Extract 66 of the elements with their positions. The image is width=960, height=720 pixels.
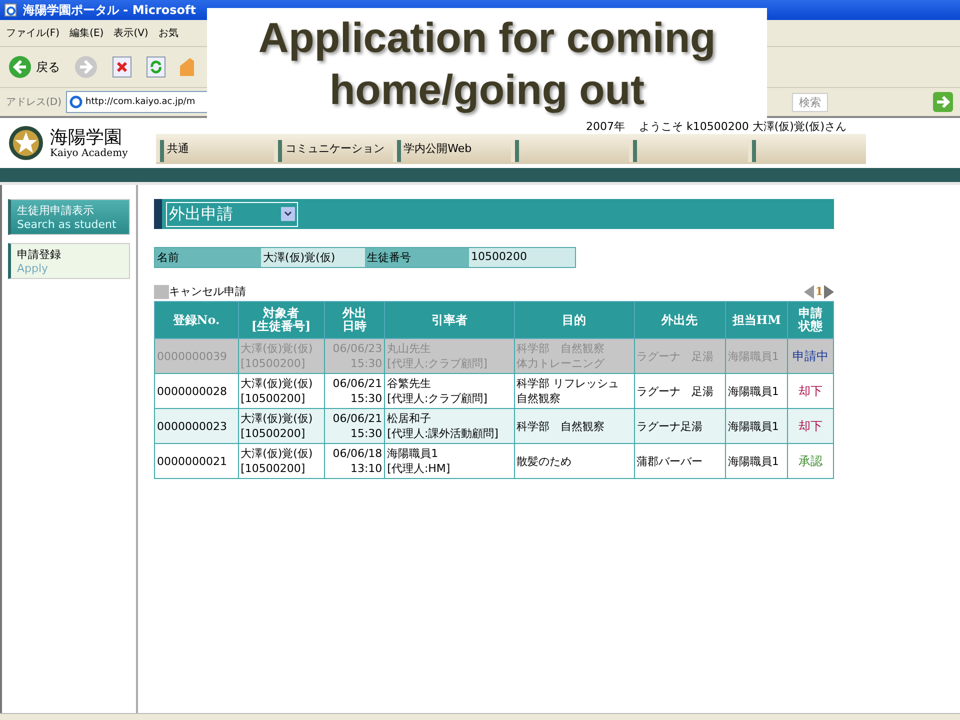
table-cell: 丸山先生 [代理人:クラブ顧問] — [384, 338, 514, 374]
column-header: 目的 — [514, 302, 634, 338]
column-header: 対象者 [生徒番号] — [238, 302, 324, 338]
menu-item[interactable]: お気 — [158, 26, 178, 40]
column-header-line: 日時 — [341, 320, 368, 333]
crest-icon — [8, 125, 44, 161]
legend-swatch — [154, 284, 169, 298]
stop-icon[interactable] — [112, 56, 132, 78]
table-cell: 海陽職員1 — [725, 338, 788, 374]
table-cell: 科学部 自然観察 — [514, 408, 634, 444]
student-id-value: 10500200 — [469, 248, 575, 267]
name-value: 大澤(仮)覚(仮) — [261, 248, 365, 267]
refresh-icon[interactable] — [146, 56, 166, 78]
slide-title: Application for coming home/going out — [207, 8, 767, 120]
next-page-icon[interactable] — [824, 284, 834, 298]
table-cell: 06/06/18 13:10 — [324, 444, 385, 478]
student-id-label: 生徒番号 — [365, 248, 469, 267]
previous-page-icon[interactable] — [804, 284, 814, 298]
address-field[interactable]: http://com.kaiyo.ac.jp/m — [66, 91, 207, 113]
column-header: 登録No. — [154, 302, 238, 338]
menu-item[interactable]: 表示(V) — [114, 26, 148, 40]
table-cell: 海陽職員1 — [725, 408, 788, 444]
table-cell: 大澤(仮)覚(仮) [10500200] — [238, 338, 324, 374]
back-button[interactable]: 戻る — [8, 55, 60, 79]
table-cell: ラグーナ 足湯 — [634, 338, 726, 374]
legend-text: キャンセル申請 — [169, 284, 246, 299]
table-cell-line: 科学部 自然観察 — [516, 341, 606, 356]
table-cell: 0000000039 — [154, 338, 238, 374]
page-icon — [4, 3, 18, 17]
table-cell: 蒲郡バーバー — [634, 444, 726, 478]
status-cell: 承認 — [788, 444, 834, 478]
table-cell-line: 科学部 リフレッシュ — [516, 376, 620, 391]
menu-item[interactable]: ファイル(F) — [6, 26, 60, 40]
table-cell: ラグーナ足湯 — [634, 408, 726, 444]
table-cell: 散髪のため — [514, 444, 634, 478]
table-cell-line: 自然観察 — [516, 391, 562, 406]
menu-item[interactable]: 編集(E) — [70, 26, 104, 40]
column-header-line: 外出 — [341, 307, 368, 320]
year-text: 2007年 — [586, 118, 625, 134]
search-field[interactable]: 検索 — [792, 92, 828, 112]
logo-title: 海陽学園 — [50, 128, 123, 148]
status-cell: 却下 — [788, 408, 834, 444]
table-cell: 大澤(仮)覚(仮) [10500200] — [238, 408, 324, 444]
status-cell: 申請中 — [788, 338, 834, 374]
logo-subtitle: Kaiyo Academy — [50, 148, 128, 158]
table-cell: 0000000021 — [154, 444, 238, 478]
table-cell: 06/06/21 15:30 — [324, 408, 385, 444]
sidebar-item[interactable]: 申請登録 Apply — [8, 243, 130, 279]
column-header: 外出先 — [634, 302, 726, 338]
address-label: アドレス(D) — [6, 96, 62, 109]
table-cell: 0000000023 — [154, 408, 238, 444]
column-header-line: 状態 — [797, 320, 824, 333]
table-cell: 海陽職員1 — [725, 444, 788, 478]
column-header: 引率者 — [384, 302, 514, 338]
window-title: 海陽学園ポータル - Microsoft — [23, 2, 196, 18]
column-header: 担当HM — [725, 302, 788, 338]
table-cell: 06/06/23 15:30 — [324, 338, 385, 374]
table-cell: 松居和子 [代理人:課外活動顧問] — [384, 408, 514, 444]
table-cell-line: 体力トレーニング — [516, 356, 606, 371]
welcome-text: ようこそ k10500200 大澤(仮)覚(仮)さん — [639, 118, 847, 134]
page-icon — [68, 95, 83, 109]
name-label: 名前 — [155, 248, 261, 267]
table-cell: 大澤(仮)覚(仮) [10500200] — [238, 444, 324, 478]
go-icon[interactable] — [932, 91, 954, 113]
table-cell: 海陽職員1 [代理人:HM] — [384, 444, 514, 478]
column-header-line: 申請 — [798, 307, 824, 320]
